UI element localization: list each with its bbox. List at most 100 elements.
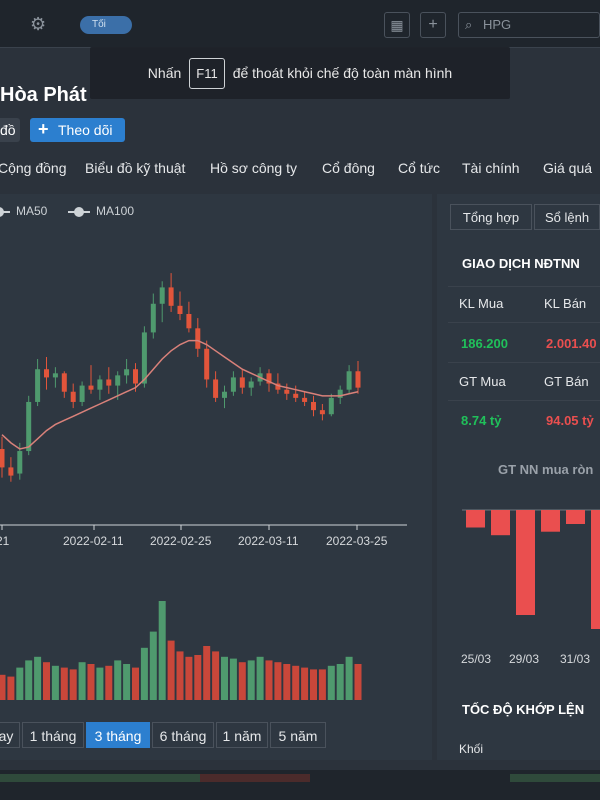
volume-bar	[336, 664, 344, 700]
partial-button[interactable]: đồ	[0, 118, 20, 142]
candle-up	[26, 401, 32, 452]
grid-icon[interactable]: ▦	[384, 12, 410, 38]
period-button-1m[interactable]: 1 tháng	[22, 722, 84, 748]
period-button-6m[interactable]: 6 tháng	[152, 722, 214, 748]
status-segment	[200, 774, 310, 782]
period-button-1y[interactable]: 1 năm	[216, 722, 268, 748]
status-segment	[0, 774, 200, 782]
tab-technical-chart[interactable]: Biểu đồ kỹ thuật	[85, 160, 185, 176]
candle-down	[44, 369, 49, 378]
candle-up	[35, 369, 41, 402]
volume-bar	[43, 662, 50, 700]
foreign-trading-panel	[437, 194, 600, 760]
follow-button-label: Theo dõi	[58, 122, 113, 138]
volume-bar	[354, 664, 362, 700]
volume-bar	[265, 660, 273, 700]
x-tick-label: 21	[0, 534, 10, 548]
volume-bar	[149, 631, 157, 700]
volume-bar	[51, 665, 59, 700]
volume-bar	[176, 651, 184, 700]
volume-bar	[114, 660, 122, 700]
search-input[interactable]: ⌕ HPG	[458, 12, 600, 38]
volume-bar	[310, 669, 317, 700]
tab-order-book[interactable]: Sổ lệnh	[534, 204, 600, 230]
theme-toggle-label: Tối	[92, 19, 106, 30]
candle-down	[0, 449, 5, 468]
theme-toggle[interactable]: Tối	[80, 16, 132, 34]
candle-up	[230, 377, 236, 392]
x-tick-label: 2022-02-25	[150, 534, 212, 548]
follow-button[interactable]: + Theo dõi	[30, 118, 125, 142]
volume-bar	[158, 601, 166, 700]
volume-bar	[292, 665, 300, 700]
volume-bar	[247, 660, 255, 700]
volume-bar	[274, 662, 282, 700]
gear-icon[interactable]: ⚙	[30, 14, 50, 34]
candle-down	[195, 328, 201, 349]
volume-bar	[34, 656, 42, 700]
candle-down	[88, 385, 94, 390]
page-title: Hòa Phát	[0, 84, 87, 106]
tab-financials[interactable]: Tài chính	[462, 160, 520, 176]
kl-ban-value: 2.001.40	[546, 336, 597, 351]
period-button-partial[interactable]: ay	[0, 722, 20, 748]
f11-key: F11	[189, 57, 225, 89]
candle-up	[17, 451, 23, 474]
gt-mua-label: GT Mua	[459, 374, 506, 389]
candle-down	[106, 379, 112, 386]
plus-icon[interactable]: +	[420, 12, 446, 38]
match-speed-heading: TỐC ĐỘ KHỚP LỆN	[462, 702, 585, 717]
section-tabs: Cộng đồng Biểu đồ kỹ thuật Hồ sơ công ty…	[0, 158, 600, 182]
volume-bar	[69, 669, 77, 700]
tab-company-profile[interactable]: Hồ sơ công ty	[210, 160, 297, 176]
volume-bar	[301, 667, 309, 700]
toast-prefix: Nhấn	[147, 65, 182, 81]
divider	[448, 362, 600, 363]
status-segment	[510, 774, 600, 782]
tab-price-history[interactable]: Giá quá	[543, 160, 592, 176]
volume-bar	[318, 669, 326, 700]
candle-up	[346, 371, 352, 390]
volume-bar	[78, 662, 86, 700]
candle-down	[168, 287, 174, 306]
mini-tick: 31/03	[560, 652, 591, 666]
speed-label: Khối	[459, 742, 484, 756]
volume-bar	[221, 656, 228, 700]
divider	[448, 322, 600, 323]
volume-bar	[132, 667, 139, 700]
candle-up	[159, 287, 165, 304]
volume-bar	[256, 656, 264, 700]
divider	[448, 400, 600, 401]
candlestick-chart[interactable]: 21 2022-02-11 2022-02-25 2022-03-11 2022-03-…	[0, 194, 432, 714]
candle-down	[302, 397, 308, 402]
divider	[448, 286, 600, 287]
volume-bar	[0, 674, 6, 700]
candle-down	[355, 371, 361, 388]
kl-mua-label: KL Mua	[459, 296, 504, 311]
mini-tick: 25/03	[461, 652, 492, 666]
volume-bar	[96, 667, 104, 700]
x-tick-label: 2022-02-11	[63, 534, 124, 548]
fullscreen-toast: Nhấn F11 để thoát khỏi chế độ toàn màn h…	[90, 47, 510, 99]
tab-community[interactable]: Cộng đồng	[0, 160, 67, 176]
candle-down	[213, 379, 219, 398]
period-button-5y[interactable]: 5 năm	[270, 722, 326, 748]
plus-icon: +	[38, 119, 49, 139]
tab-dividends[interactable]: Cổ tức	[398, 160, 440, 176]
tab-shareholders[interactable]: Cổ đông	[322, 160, 375, 176]
candle-up	[150, 303, 156, 333]
candle-down	[8, 467, 14, 476]
candle-up	[337, 389, 343, 398]
volume-bar	[229, 658, 237, 700]
search-value: HPG	[483, 17, 512, 32]
candle-up	[52, 373, 58, 378]
period-button-3m[interactable]: 3 tháng	[86, 722, 150, 748]
tab-summary[interactable]: Tổng hợp	[450, 204, 532, 230]
candle-down	[311, 401, 316, 411]
net-buy-bar	[491, 510, 510, 536]
volume-bar	[283, 664, 291, 700]
top-toolbar: ⚙ Tối ▦ + ⌕ HPG	[0, 0, 600, 48]
candle-down	[293, 393, 299, 398]
candle-down	[284, 389, 290, 394]
mini-tick: 29/03	[509, 652, 540, 666]
